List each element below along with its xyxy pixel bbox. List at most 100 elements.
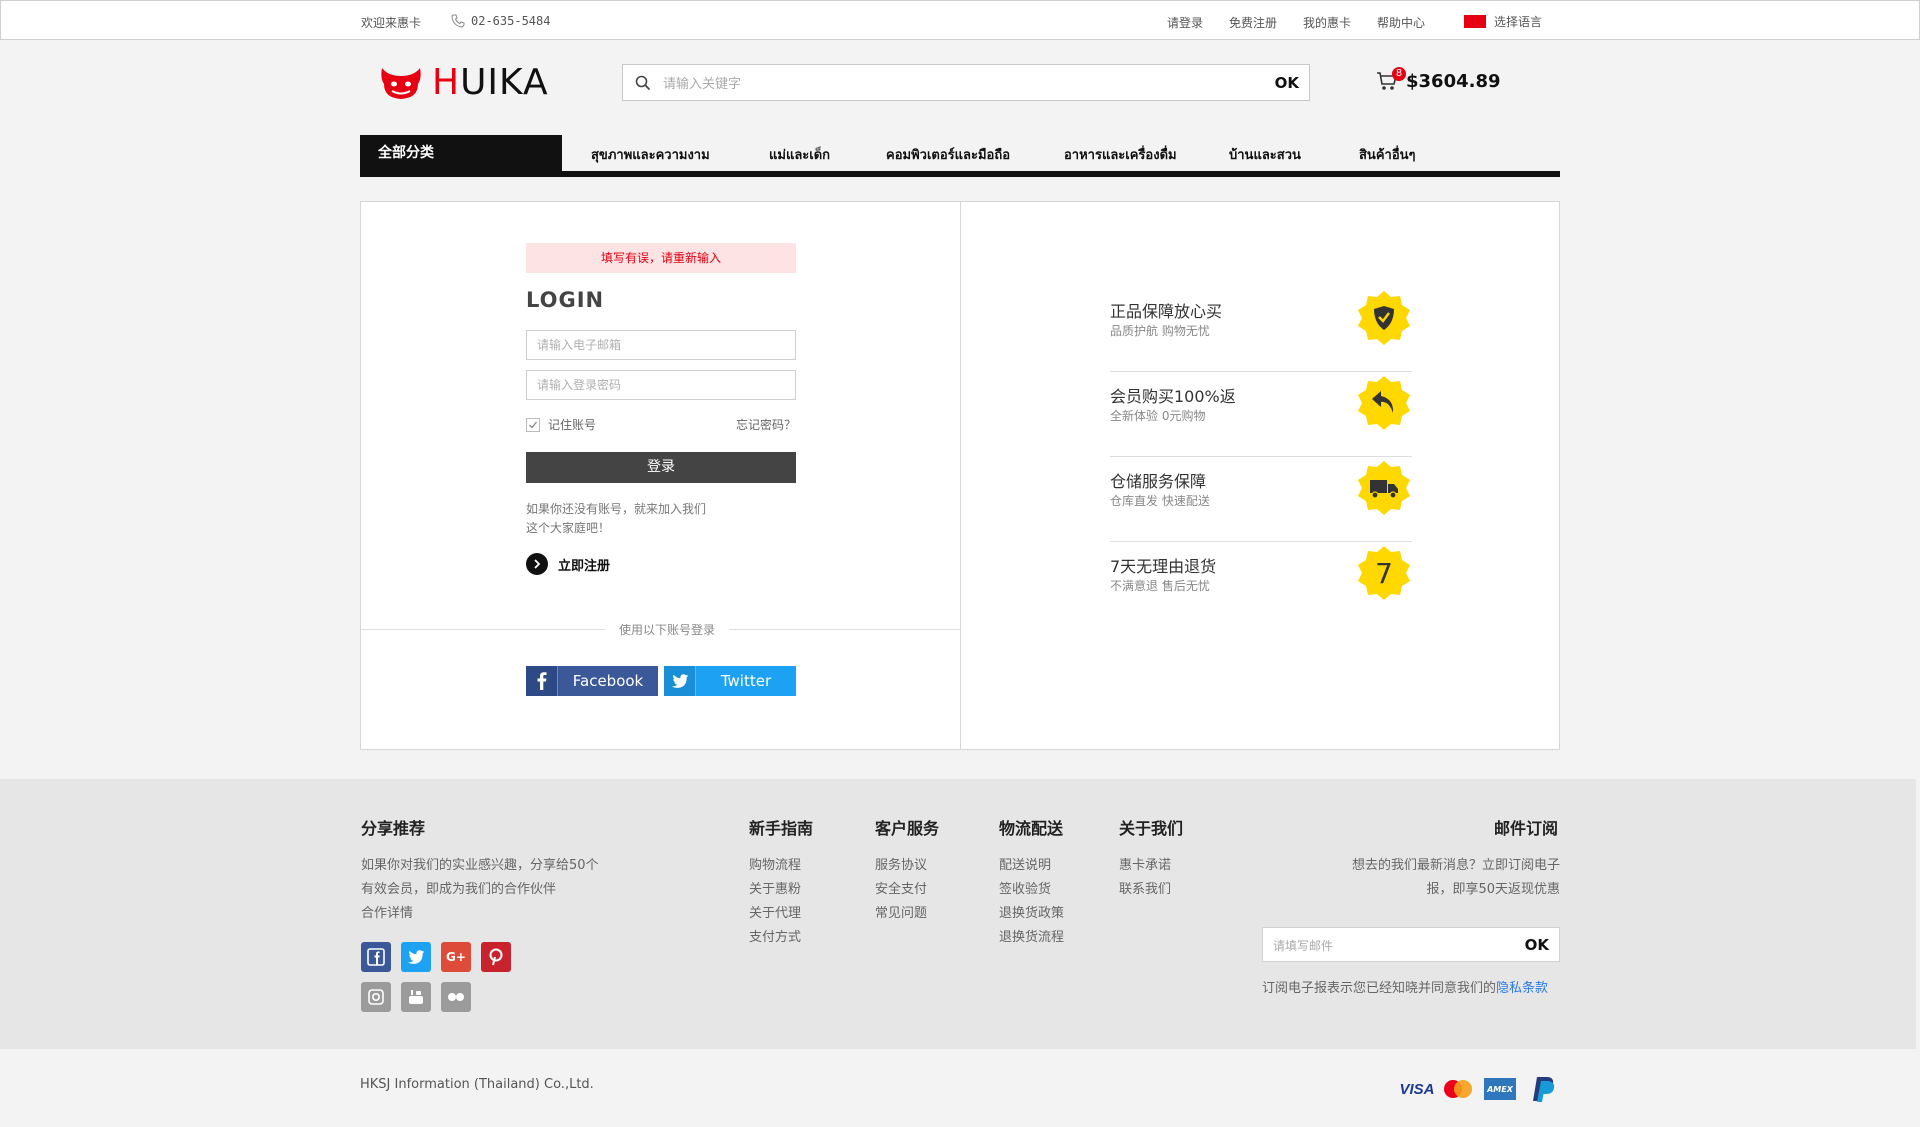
- twitter-icon: [664, 666, 696, 696]
- footer-link[interactable]: 退换货政策: [999, 902, 1064, 926]
- about-title: 关于我们: [1119, 819, 1184, 838]
- nav-item-computers-mobile[interactable]: คอมพิวเตอร์และมือถือ: [886, 144, 1010, 165]
- logistics-title: 物流配送: [999, 819, 1064, 838]
- amex-icon: AMEX: [1483, 1074, 1517, 1104]
- invite-line-1: 如果你还没有账号，就来加入我们: [526, 502, 707, 516]
- top-links: 请登录 免费注册 我的惠卡 帮助中心: [1167, 14, 1425, 31]
- invite-text: 如果你还没有账号，就来加入我们 这个大家庭吧！: [526, 500, 756, 538]
- share-text: 如果你对我们的实业感兴趣，分享给50个 有效会员，即成为我们的合作伙伴 合作详情: [361, 854, 599, 926]
- login-link[interactable]: 请登录: [1167, 14, 1203, 31]
- alt-login-label: 使用以下账号登录: [605, 621, 730, 638]
- share-title: 分享推荐: [361, 819, 426, 838]
- shield-check-icon: [1358, 291, 1410, 345]
- china-flag-icon: [1464, 15, 1486, 28]
- language-selector[interactable]: 选择语言: [1464, 13, 1542, 30]
- facebook-icon[interactable]: [361, 942, 391, 972]
- register-link[interactable]: 免费注册: [1229, 14, 1277, 31]
- devil-mascot-icon: [381, 67, 421, 99]
- login-panel: 填写有误，请重新输入 LOGIN 记住账号 忘记密码？ 登录 如果你还没有账号，…: [360, 201, 1560, 750]
- logo-text-red: H: [432, 62, 461, 103]
- login-title: LOGIN: [526, 288, 605, 312]
- search-icon: [635, 75, 651, 91]
- footer-link[interactable]: 常见问题: [875, 902, 927, 926]
- logo-text-rest: UIKA: [460, 62, 549, 103]
- all-categories-button[interactable]: 全部分类: [360, 135, 562, 171]
- newsletter-title: 邮件订阅: [1494, 819, 1559, 838]
- google-plus-icon[interactable]: G+: [441, 942, 471, 972]
- nav-item-mother-baby[interactable]: แม่และเด็ก: [769, 144, 830, 165]
- truck-icon: [1358, 461, 1410, 515]
- feature-separator: [1110, 456, 1412, 457]
- search-bar: OK: [622, 64, 1310, 102]
- cart[interactable]: 8 $3604.89: [1376, 67, 1501, 92]
- feature-title: 仓储服务保障: [1110, 472, 1207, 491]
- pinterest-icon[interactable]: [481, 942, 511, 972]
- guide-title: 新手指南: [749, 819, 814, 838]
- remember-me[interactable]: 记住账号: [526, 416, 596, 433]
- feature-subtitle: 品质护航 购物无忧: [1110, 324, 1210, 338]
- phone-number: 02-635-5484: [451, 14, 550, 28]
- visa-icon: VISA: [1399, 1074, 1435, 1104]
- footer-link[interactable]: 支付方式: [749, 926, 801, 950]
- footer-link[interactable]: 退换货流程: [999, 926, 1064, 950]
- service-title: 客户服务: [875, 819, 940, 838]
- check-icon: [529, 421, 538, 428]
- nav-item-health-beauty[interactable]: สุขภาพและความงาม: [591, 144, 710, 165]
- forgot-password-link[interactable]: 忘记密码？: [736, 416, 796, 433]
- twitter-icon[interactable]: [401, 942, 431, 972]
- facebook-icon: [526, 666, 558, 696]
- visa-text: VISA: [1399, 1080, 1435, 1098]
- partner-details-link[interactable]: 合作详情: [361, 902, 599, 926]
- twitter-login-button[interactable]: Twitter: [664, 666, 796, 696]
- feature-title: 会员购买100%返: [1110, 387, 1236, 406]
- welcome-text: 欢迎来惠卡: [361, 16, 422, 30]
- footer-link[interactable]: 购物流程: [749, 854, 801, 878]
- footer-link[interactable]: 安全支付: [875, 878, 927, 902]
- search-input[interactable]: [661, 65, 1245, 102]
- help-center-link[interactable]: 帮助中心: [1377, 14, 1425, 31]
- my-huika-link[interactable]: 我的惠卡: [1303, 14, 1351, 31]
- guide-links: 购物流程 关于惠粉 关于代理 支付方式: [749, 854, 801, 950]
- newsletter-line-1: 想去的我们最新消息？立即订阅电子: [1351, 858, 1560, 873]
- paypal-icon: [1526, 1074, 1560, 1104]
- footer-link[interactable]: 关于代理: [749, 902, 801, 926]
- share-line-2: 有效会员，即成为我们的合作伙伴: [361, 882, 557, 897]
- nav-item-other[interactable]: สินค้าอื่นๆ: [1359, 144, 1416, 165]
- footer-link[interactable]: 配送说明: [999, 854, 1064, 878]
- footer-link[interactable]: 惠卡承诺: [1119, 854, 1171, 878]
- privacy-policy-link[interactable]: 隐私条款: [1496, 981, 1548, 996]
- youtube-icon[interactable]: [401, 982, 431, 1012]
- newsletter-line-2: 报，即享50天返现优惠: [1426, 882, 1560, 897]
- login-button[interactable]: 登录: [526, 452, 796, 483]
- logistics-links: 配送说明 签收验货 退换货政策 退换货流程: [999, 854, 1064, 950]
- email-field[interactable]: [526, 330, 796, 360]
- instagram-icon[interactable]: [361, 982, 391, 1012]
- footer-link[interactable]: 关于惠粉: [749, 878, 801, 902]
- search-button[interactable]: OK: [1275, 74, 1299, 92]
- footer-link[interactable]: 服务协议: [875, 854, 927, 878]
- footer-link[interactable]: 联系我们: [1119, 878, 1171, 902]
- mastercard-icon: [1441, 1074, 1475, 1104]
- feature-item: 正品保障放心买 品质护航 购物无忧: [1110, 288, 1412, 372]
- feature-separator: [1110, 371, 1412, 372]
- password-field[interactable]: [526, 370, 796, 400]
- newsletter-email-input[interactable]: [1271, 928, 1505, 963]
- feature-title: 正品保障放心买: [1110, 302, 1223, 321]
- top-bar: 欢迎来惠卡 02-635-5484 请登录 免费注册 我的惠卡 帮助中心 选择语…: [0, 0, 1920, 40]
- register-link[interactable]: 立即注册: [526, 553, 610, 575]
- nav-item-home-garden[interactable]: บ้านและสวน: [1229, 144, 1301, 165]
- feature-item: 仓储服务保障 仓库直发 快速配送: [1110, 458, 1412, 542]
- language-label: 选择语言: [1494, 15, 1543, 29]
- newsletter-submit-button[interactable]: OK: [1525, 936, 1549, 954]
- bottom-bar: HKSJ Information (Thailand) Co.,Ltd. VIS…: [0, 1049, 1920, 1127]
- flickr-icon[interactable]: [441, 982, 471, 1012]
- phone-number-text: 02-635-5484: [471, 14, 551, 28]
- footer-link[interactable]: 签收验货: [999, 878, 1064, 902]
- chevron-right-icon: [526, 553, 548, 575]
- feature-subtitle: 仓库直发 快速配送: [1110, 494, 1210, 508]
- facebook-login-button[interactable]: Facebook: [526, 666, 658, 696]
- logo[interactable]: HUIKA: [378, 62, 549, 103]
- newsletter-terms: 订阅电子报表示您已经知晓并同意我们的隐私条款: [1262, 977, 1548, 996]
- remember-checkbox[interactable]: [526, 417, 540, 432]
- nav-item-food-drink[interactable]: อาหารและเครื่องดื่ม: [1064, 144, 1177, 165]
